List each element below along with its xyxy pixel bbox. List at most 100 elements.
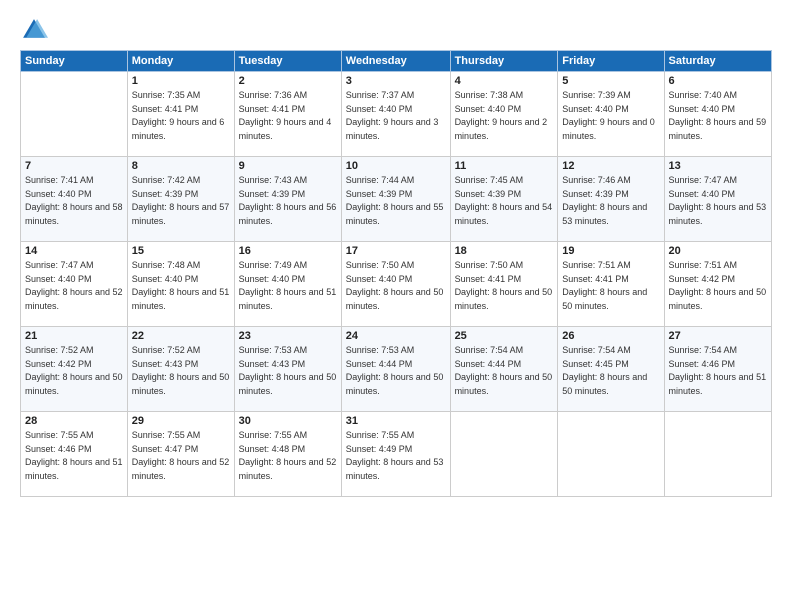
day-info: Sunrise: 7:39 AM Sunset: 4:40 PM Dayligh… (562, 89, 659, 143)
weekday-header-friday: Friday (558, 51, 664, 72)
calendar-cell: 4 Sunrise: 7:38 AM Sunset: 4:40 PM Daylig… (450, 72, 558, 157)
calendar-cell: 11Sunrise: 7:45 AM Sunset: 4:39 PM Dayli… (450, 157, 558, 242)
day-info: Sunrise: 7:55 AM Sunset: 4:48 PM Dayligh… (239, 429, 337, 483)
day-info: Sunrise: 7:52 AM Sunset: 4:43 PM Dayligh… (132, 344, 230, 398)
weekday-header-sunday: Sunday (21, 51, 128, 72)
day-info: Sunrise: 7:54 AM Sunset: 4:44 PM Dayligh… (455, 344, 554, 398)
day-info: Sunrise: 7:38 AM Sunset: 4:40 PM Dayligh… (455, 89, 554, 143)
day-number: 5 (562, 75, 659, 87)
calendar-cell: 18 Sunrise: 7:50 AM Sunset: 4:41 PM Dayli… (450, 242, 558, 327)
day-info: Sunrise: 7:40 AM Sunset: 4:40 PM Dayligh… (669, 89, 767, 143)
day-info: Sunrise: 7:42 AM Sunset: 4:39 PM Dayligh… (132, 174, 230, 228)
day-number: 17 (346, 245, 446, 257)
calendar-cell: 3 Sunrise: 7:37 AM Sunset: 4:40 PM Daylig… (341, 72, 450, 157)
weekday-header-thursday: Thursday (450, 51, 558, 72)
day-info: Sunrise: 7:47 AM Sunset: 4:40 PM Dayligh… (669, 174, 767, 228)
calendar-week-row: 1 Sunrise: 7:35 AM Sunset: 4:41 PM Daylig… (21, 72, 772, 157)
day-number: 19 (562, 245, 659, 257)
day-number: 15 (132, 245, 230, 257)
day-number: 10 (346, 160, 446, 172)
day-info: Sunrise: 7:51 AM Sunset: 4:42 PM Dayligh… (669, 259, 767, 313)
calendar-cell: 2 Sunrise: 7:36 AM Sunset: 4:41 PM Daylig… (234, 72, 341, 157)
calendar-cell: 31 Sunrise: 7:55 AM Sunset: 4:49 PM Dayli… (341, 412, 450, 497)
calendar-cell: 16Sunrise: 7:49 AM Sunset: 4:40 PM Dayli… (234, 242, 341, 327)
calendar-cell: 17 Sunrise: 7:50 AM Sunset: 4:40 PM Dayli… (341, 242, 450, 327)
day-info: Sunrise: 7:37 AM Sunset: 4:40 PM Dayligh… (346, 89, 446, 143)
day-info: Sunrise: 7:36 AM Sunset: 4:41 PM Dayligh… (239, 89, 337, 143)
day-info: Sunrise: 7:44 AM Sunset: 4:39 PM Dayligh… (346, 174, 446, 228)
calendar-cell (664, 412, 771, 497)
day-info: Sunrise: 7:53 AM Sunset: 4:43 PM Dayligh… (239, 344, 337, 398)
day-number: 22 (132, 330, 230, 342)
day-info: Sunrise: 7:50 AM Sunset: 4:41 PM Dayligh… (455, 259, 554, 313)
day-info: Sunrise: 7:43 AM Sunset: 4:39 PM Dayligh… (239, 174, 337, 228)
weekday-header-wednesday: Wednesday (341, 51, 450, 72)
calendar-cell: 5 Sunrise: 7:39 AM Sunset: 4:40 PM Daylig… (558, 72, 664, 157)
page: SundayMondayTuesdayWednesdayThursdayFrid… (0, 0, 792, 612)
calendar-cell: 6 Sunrise: 7:40 AM Sunset: 4:40 PM Daylig… (664, 72, 771, 157)
calendar-cell: 22 Sunrise: 7:52 AM Sunset: 4:43 PM Dayli… (127, 327, 234, 412)
weekday-header-tuesday: Tuesday (234, 51, 341, 72)
day-number: 25 (455, 330, 554, 342)
day-number: 6 (669, 75, 767, 87)
logo-icon (20, 16, 48, 44)
day-info: Sunrise: 7:55 AM Sunset: 4:47 PM Dayligh… (132, 429, 230, 483)
day-number: 12 (562, 160, 659, 172)
day-info: Sunrise: 7:51 AM Sunset: 4:41 PM Dayligh… (562, 259, 659, 313)
day-info: Sunrise: 7:49 AM Sunset: 4:40 PM Dayligh… (239, 259, 337, 313)
day-number: 1 (132, 75, 230, 87)
calendar-cell (21, 72, 128, 157)
day-number: 4 (455, 75, 554, 87)
day-info: Sunrise: 7:35 AM Sunset: 4:41 PM Dayligh… (132, 89, 230, 143)
day-number: 20 (669, 245, 767, 257)
calendar-cell: 10 Sunrise: 7:44 AM Sunset: 4:39 PM Dayli… (341, 157, 450, 242)
day-number: 31 (346, 415, 446, 427)
day-info: Sunrise: 7:50 AM Sunset: 4:40 PM Dayligh… (346, 259, 446, 313)
day-number: 29 (132, 415, 230, 427)
calendar-cell: 8 Sunrise: 7:42 AM Sunset: 4:39 PM Daylig… (127, 157, 234, 242)
day-number: 2 (239, 75, 337, 87)
calendar-cell: 14Sunrise: 7:47 AM Sunset: 4:40 PM Dayli… (21, 242, 128, 327)
day-info: Sunrise: 7:55 AM Sunset: 4:49 PM Dayligh… (346, 429, 446, 483)
calendar-cell: 27 Sunrise: 7:54 AM Sunset: 4:46 PM Dayli… (664, 327, 771, 412)
day-number: 27 (669, 330, 767, 342)
day-number: 23 (239, 330, 337, 342)
calendar-table: SundayMondayTuesdayWednesdayThursdayFrid… (20, 50, 772, 497)
logo (20, 16, 52, 44)
calendar-cell (558, 412, 664, 497)
calendar-cell (450, 412, 558, 497)
day-number: 18 (455, 245, 554, 257)
calendar-cell: 12 Sunrise: 7:46 AM Sunset: 4:39 PM Dayli… (558, 157, 664, 242)
day-number: 11 (455, 160, 554, 172)
day-number: 3 (346, 75, 446, 87)
calendar-cell: 7 Sunrise: 7:41 AM Sunset: 4:40 PM Daylig… (21, 157, 128, 242)
weekday-header-monday: Monday (127, 51, 234, 72)
weekday-header-saturday: Saturday (664, 51, 771, 72)
day-number: 26 (562, 330, 659, 342)
day-number: 30 (239, 415, 337, 427)
calendar-cell: 26 Sunrise: 7:54 AM Sunset: 4:45 PM Dayli… (558, 327, 664, 412)
calendar-cell: 9 Sunrise: 7:43 AM Sunset: 4:39 PM Daylig… (234, 157, 341, 242)
day-info: Sunrise: 7:47 AM Sunset: 4:40 PM Dayligh… (25, 259, 123, 313)
calendar-week-row: 28Sunrise: 7:55 AM Sunset: 4:46 PM Dayli… (21, 412, 772, 497)
day-number: 9 (239, 160, 337, 172)
calendar-cell: 15Sunrise: 7:48 AM Sunset: 4:40 PM Dayli… (127, 242, 234, 327)
calendar-week-row: 14Sunrise: 7:47 AM Sunset: 4:40 PM Dayli… (21, 242, 772, 327)
day-info: Sunrise: 7:41 AM Sunset: 4:40 PM Dayligh… (25, 174, 123, 228)
day-info: Sunrise: 7:53 AM Sunset: 4:44 PM Dayligh… (346, 344, 446, 398)
day-info: Sunrise: 7:46 AM Sunset: 4:39 PM Dayligh… (562, 174, 659, 228)
header (20, 16, 772, 44)
calendar-cell: 21Sunrise: 7:52 AM Sunset: 4:42 PM Dayli… (21, 327, 128, 412)
calendar-week-row: 21Sunrise: 7:52 AM Sunset: 4:42 PM Dayli… (21, 327, 772, 412)
day-info: Sunrise: 7:54 AM Sunset: 4:45 PM Dayligh… (562, 344, 659, 398)
calendar-cell: 30 Sunrise: 7:55 AM Sunset: 4:48 PM Dayli… (234, 412, 341, 497)
day-number: 8 (132, 160, 230, 172)
calendar-cell: 25 Sunrise: 7:54 AM Sunset: 4:44 PM Dayli… (450, 327, 558, 412)
day-info: Sunrise: 7:54 AM Sunset: 4:46 PM Dayligh… (669, 344, 767, 398)
day-number: 24 (346, 330, 446, 342)
day-number: 28 (25, 415, 123, 427)
day-number: 7 (25, 160, 123, 172)
calendar-cell: 23 Sunrise: 7:53 AM Sunset: 4:43 PM Dayli… (234, 327, 341, 412)
calendar-header-row: SundayMondayTuesdayWednesdayThursdayFrid… (21, 51, 772, 72)
day-number: 21 (25, 330, 123, 342)
